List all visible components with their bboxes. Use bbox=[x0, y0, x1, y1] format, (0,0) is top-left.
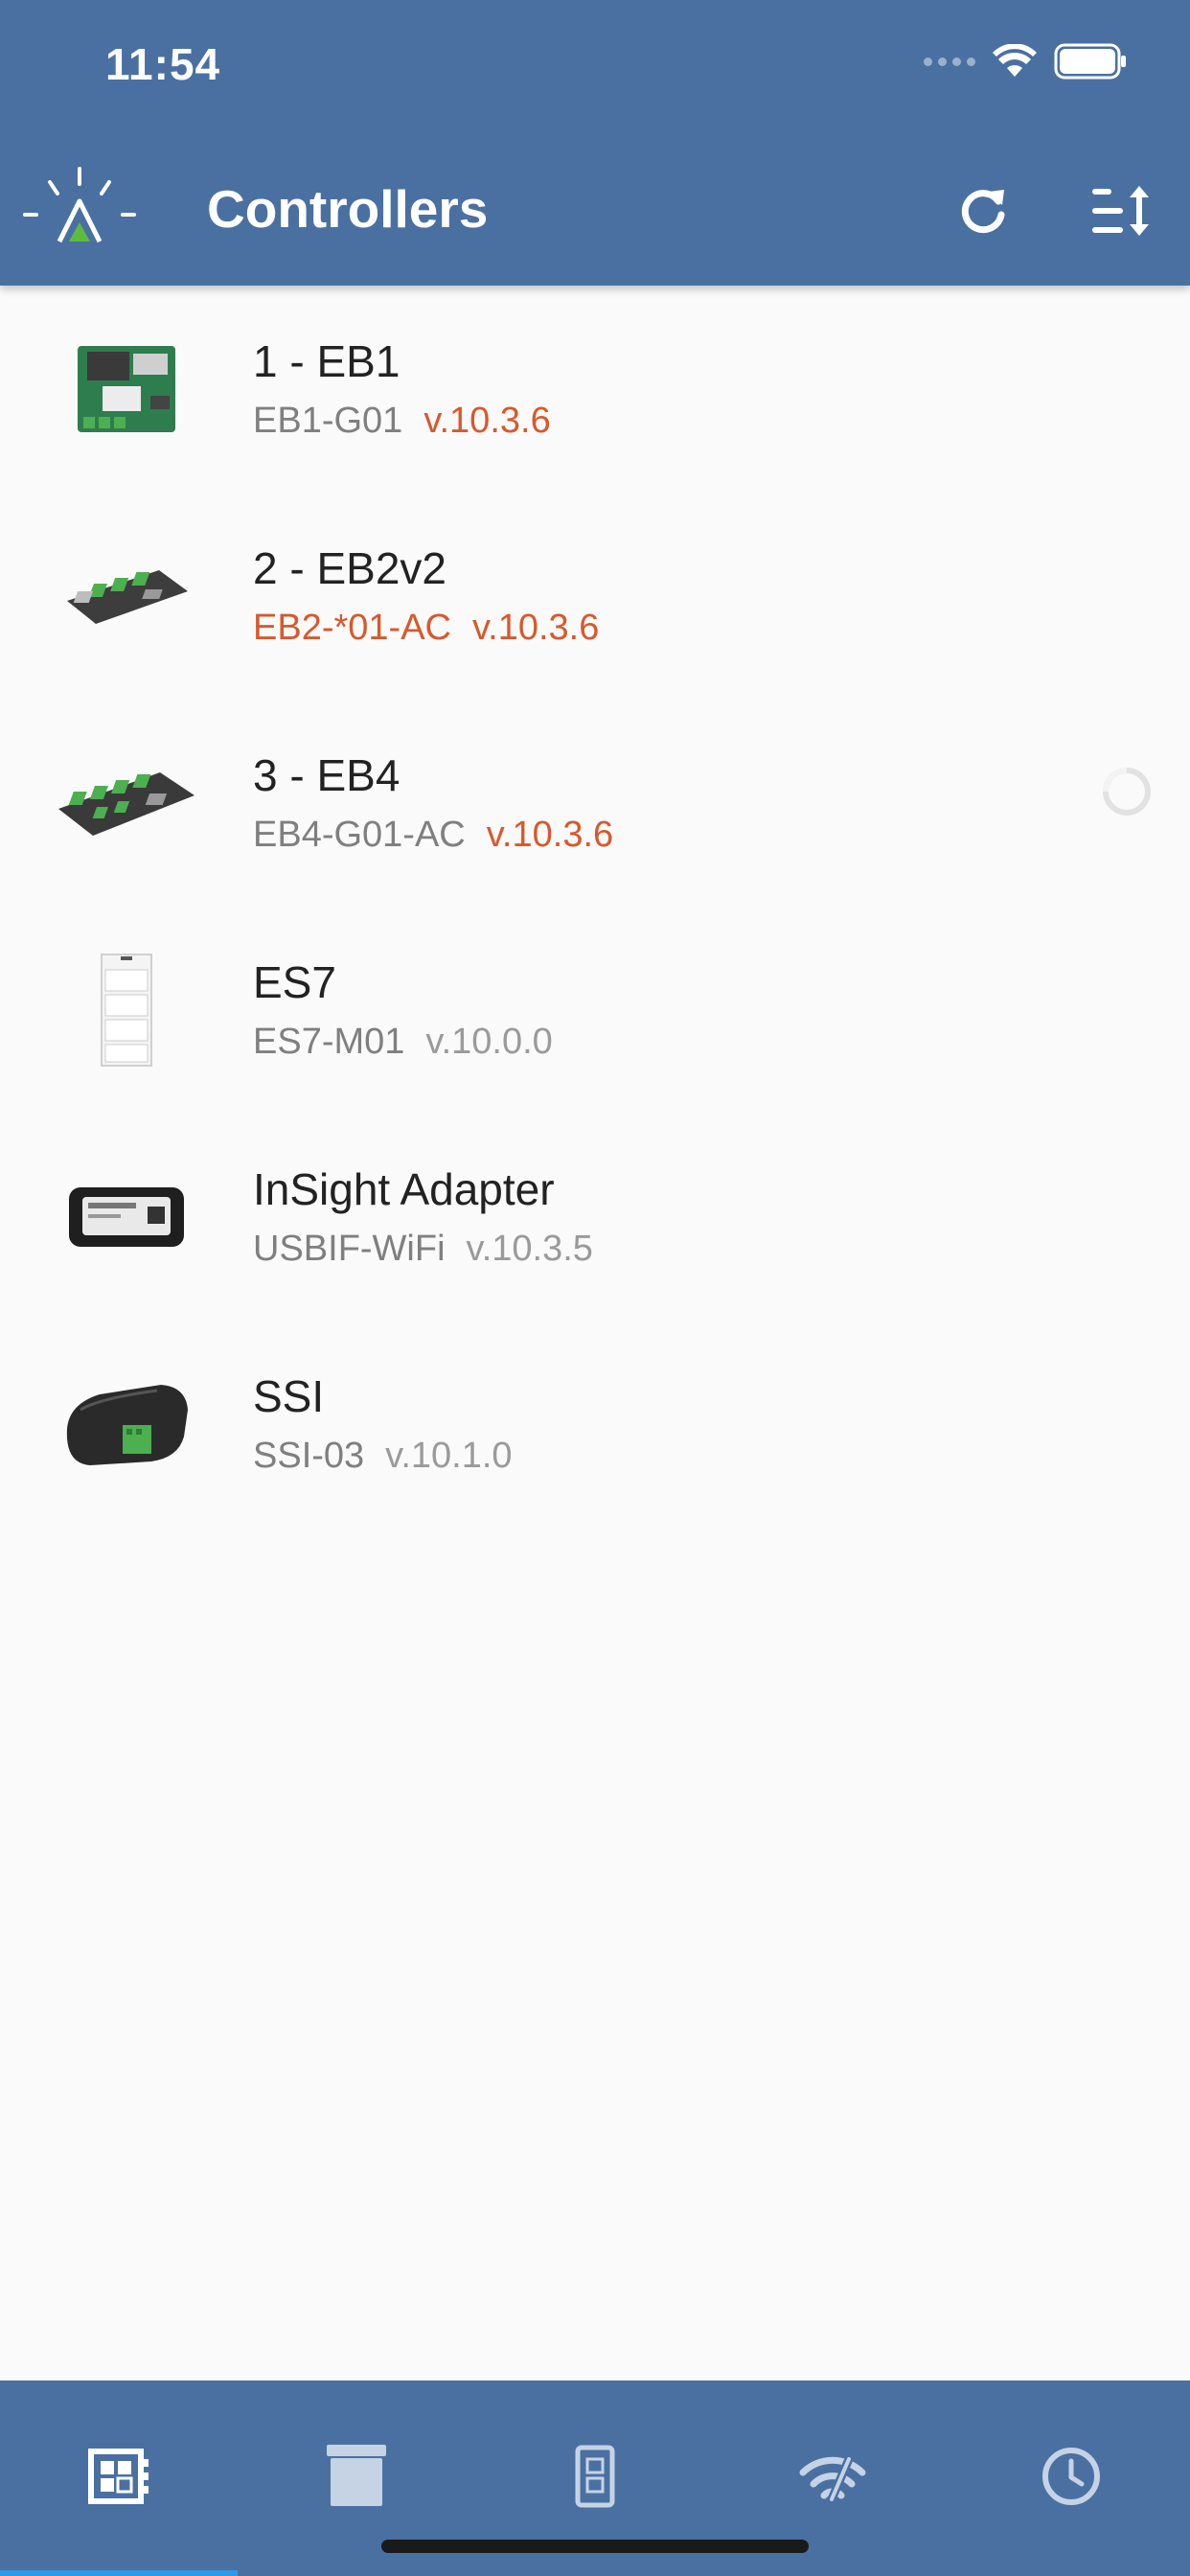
controller-version: v.10.1.0 bbox=[385, 1436, 513, 1476]
controller-name: SSI bbox=[253, 1371, 325, 1421]
controller-name: 1 - EB1 bbox=[253, 336, 400, 386]
app-logo-icon bbox=[23, 167, 136, 243]
controller-model: ES7-M01 bbox=[253, 1022, 405, 1062]
controller-version: v.10.0.0 bbox=[425, 1022, 553, 1062]
controller-details: USBIF-WiFi v.10.3.5 bbox=[253, 1229, 593, 1270]
clock-tab-icon bbox=[1033, 2438, 1110, 2515]
eb4-board-image bbox=[50, 749, 203, 857]
controller-name: ES7 bbox=[253, 957, 336, 1007]
tab-controllers[interactable] bbox=[0, 2380, 238, 2576]
es7-keypad-image bbox=[50, 954, 203, 1067]
eb2-board-image bbox=[50, 542, 203, 650]
refresh-button[interactable] bbox=[947, 174, 1019, 247]
sort-button[interactable] bbox=[1085, 174, 1157, 247]
controller-row-ssi[interactable]: SSI SSI-03 v.10.1.0 bbox=[0, 1321, 1190, 1528]
controller-version: v.10.3.6 bbox=[471, 608, 600, 648]
controller-row-eb1[interactable]: 1 - EB1 EB1-G01 v.10.3.6 bbox=[0, 286, 1190, 493]
app-header: 11:54 Controllers bbox=[0, 0, 1190, 286]
status-icons bbox=[924, 42, 1127, 80]
controller-row-eb2v2[interactable]: 2 - EB2v2 EB2-*01-AC v.10.3.6 bbox=[0, 493, 1190, 700]
controller-row-eb4[interactable]: 3 - EB4 EB4-G01-AC v.10.3.6 bbox=[0, 700, 1190, 907]
controller-version: v.10.3.6 bbox=[486, 815, 614, 855]
controller-version: v.10.3.5 bbox=[466, 1229, 593, 1269]
controllers-tab-icon bbox=[80, 2438, 157, 2515]
sort-icon bbox=[1092, 186, 1149, 236]
eb1-board-image bbox=[50, 335, 203, 443]
device-tab-icon bbox=[557, 2438, 633, 2515]
controller-model: SSI-03 bbox=[253, 1436, 365, 1476]
controller-details: EB4-G01-AC v.10.3.6 bbox=[253, 815, 613, 856]
controller-model: EB4-G01-AC bbox=[253, 815, 466, 855]
network-tab-icon bbox=[794, 2438, 871, 2515]
refresh-icon bbox=[961, 190, 1005, 234]
controller-details: ES7-M01 v.10.0.0 bbox=[253, 1022, 553, 1063]
loading-spinner-icon bbox=[1103, 768, 1151, 816]
cellular-signal-icon bbox=[924, 57, 975, 66]
controller-model: EB1-G01 bbox=[253, 401, 403, 441]
controller-name: InSight Adapter bbox=[253, 1164, 555, 1214]
home-indicator bbox=[381, 2540, 809, 2553]
archive-tab-icon bbox=[318, 2438, 395, 2515]
controller-row-insight-adapter[interactable]: InSight Adapter USBIF-WiFi v.10.3.5 bbox=[0, 1114, 1190, 1321]
controller-model: EB2-*01-AC bbox=[253, 608, 451, 648]
controller-row-es7[interactable]: ES7 ES7-M01 v.10.0.0 bbox=[0, 907, 1190, 1114]
active-tab-indicator bbox=[0, 2570, 238, 2576]
controller-name: 3 - EB4 bbox=[253, 750, 400, 800]
insight-adapter-image bbox=[50, 1163, 203, 1271]
controller-version: v.10.3.6 bbox=[423, 401, 551, 441]
battery-icon bbox=[1054, 43, 1126, 80]
page-title: Controllers bbox=[207, 179, 489, 239]
ssi-module-image bbox=[50, 1370, 203, 1478]
status-time: 11:54 bbox=[105, 39, 221, 89]
controller-name: 2 - EB2v2 bbox=[253, 543, 446, 593]
tab-history[interactable] bbox=[952, 2380, 1190, 2576]
wifi-icon bbox=[993, 44, 1037, 77]
controller-model: USBIF-WiFi bbox=[253, 1229, 446, 1269]
controller-details: SSI-03 v.10.1.0 bbox=[253, 1436, 513, 1477]
controller-details: EB2-*01-AC v.10.3.6 bbox=[253, 608, 599, 649]
controller-list: 1 - EB1 EB1-G01 v.10.3.6 2 - EB2v2 EB2-*0… bbox=[0, 286, 1190, 1528]
controller-details: EB1-G01 v.10.3.6 bbox=[253, 401, 551, 442]
